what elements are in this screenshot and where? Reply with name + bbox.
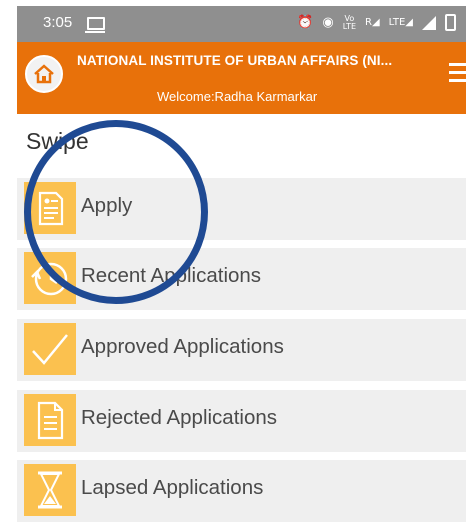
home-button[interactable] xyxy=(25,55,63,93)
signal-r-icon: R◢ xyxy=(365,16,380,28)
lte-label: LTE xyxy=(388,16,406,28)
document-icon xyxy=(37,401,64,440)
menu-icon-bar xyxy=(449,63,466,66)
menu-item-rejected-applications[interactable]: Rejected Applications xyxy=(17,390,466,452)
battery-icon xyxy=(445,14,456,31)
checkmark-icon xyxy=(32,334,68,365)
roaming-label: R xyxy=(365,16,372,28)
welcome-text: Welcome:Radha Karmarkar xyxy=(157,89,318,104)
menu-item-approved-applications[interactable]: Approved Applications xyxy=(17,319,466,381)
menu-item-label: Approved Applications xyxy=(81,335,284,358)
menu-item-label: Lapsed Applications xyxy=(81,476,264,499)
menu-item-label: Rejected Applications xyxy=(81,406,278,429)
home-icon xyxy=(34,64,54,84)
alarm-icon: ⏰ xyxy=(297,14,314,30)
page-title: NATIONAL INSTITUTE OF URBAN AFFAIRS (NI.… xyxy=(77,53,393,68)
menu-item-lapsed-applications[interactable]: Lapsed Applications xyxy=(17,460,466,522)
hourglass-icon xyxy=(38,471,62,509)
status-bar: 3:05 ⏰ ◉ Vo LTE R◢ LTE◢ xyxy=(17,6,466,42)
status-time: 3:05 xyxy=(43,14,73,31)
menu-icon-bar xyxy=(449,71,466,74)
status-icons: ⏰ ◉ Vo LTE R◢ LTE◢ xyxy=(297,14,456,31)
menu-icon-bar xyxy=(449,79,466,82)
lte-signal-icon: LTE◢ xyxy=(388,16,413,28)
highlight-circle xyxy=(24,120,208,304)
volte-icon: Vo LTE xyxy=(342,13,357,31)
menu-button[interactable] xyxy=(449,63,466,83)
screen-cast-icon xyxy=(85,17,105,33)
signal-icon xyxy=(422,15,436,30)
app-header: NATIONAL INSTITUTE OF URBAN AFFAIRS (NI.… xyxy=(17,42,466,114)
vibrate-icon: ◉ xyxy=(322,14,334,30)
